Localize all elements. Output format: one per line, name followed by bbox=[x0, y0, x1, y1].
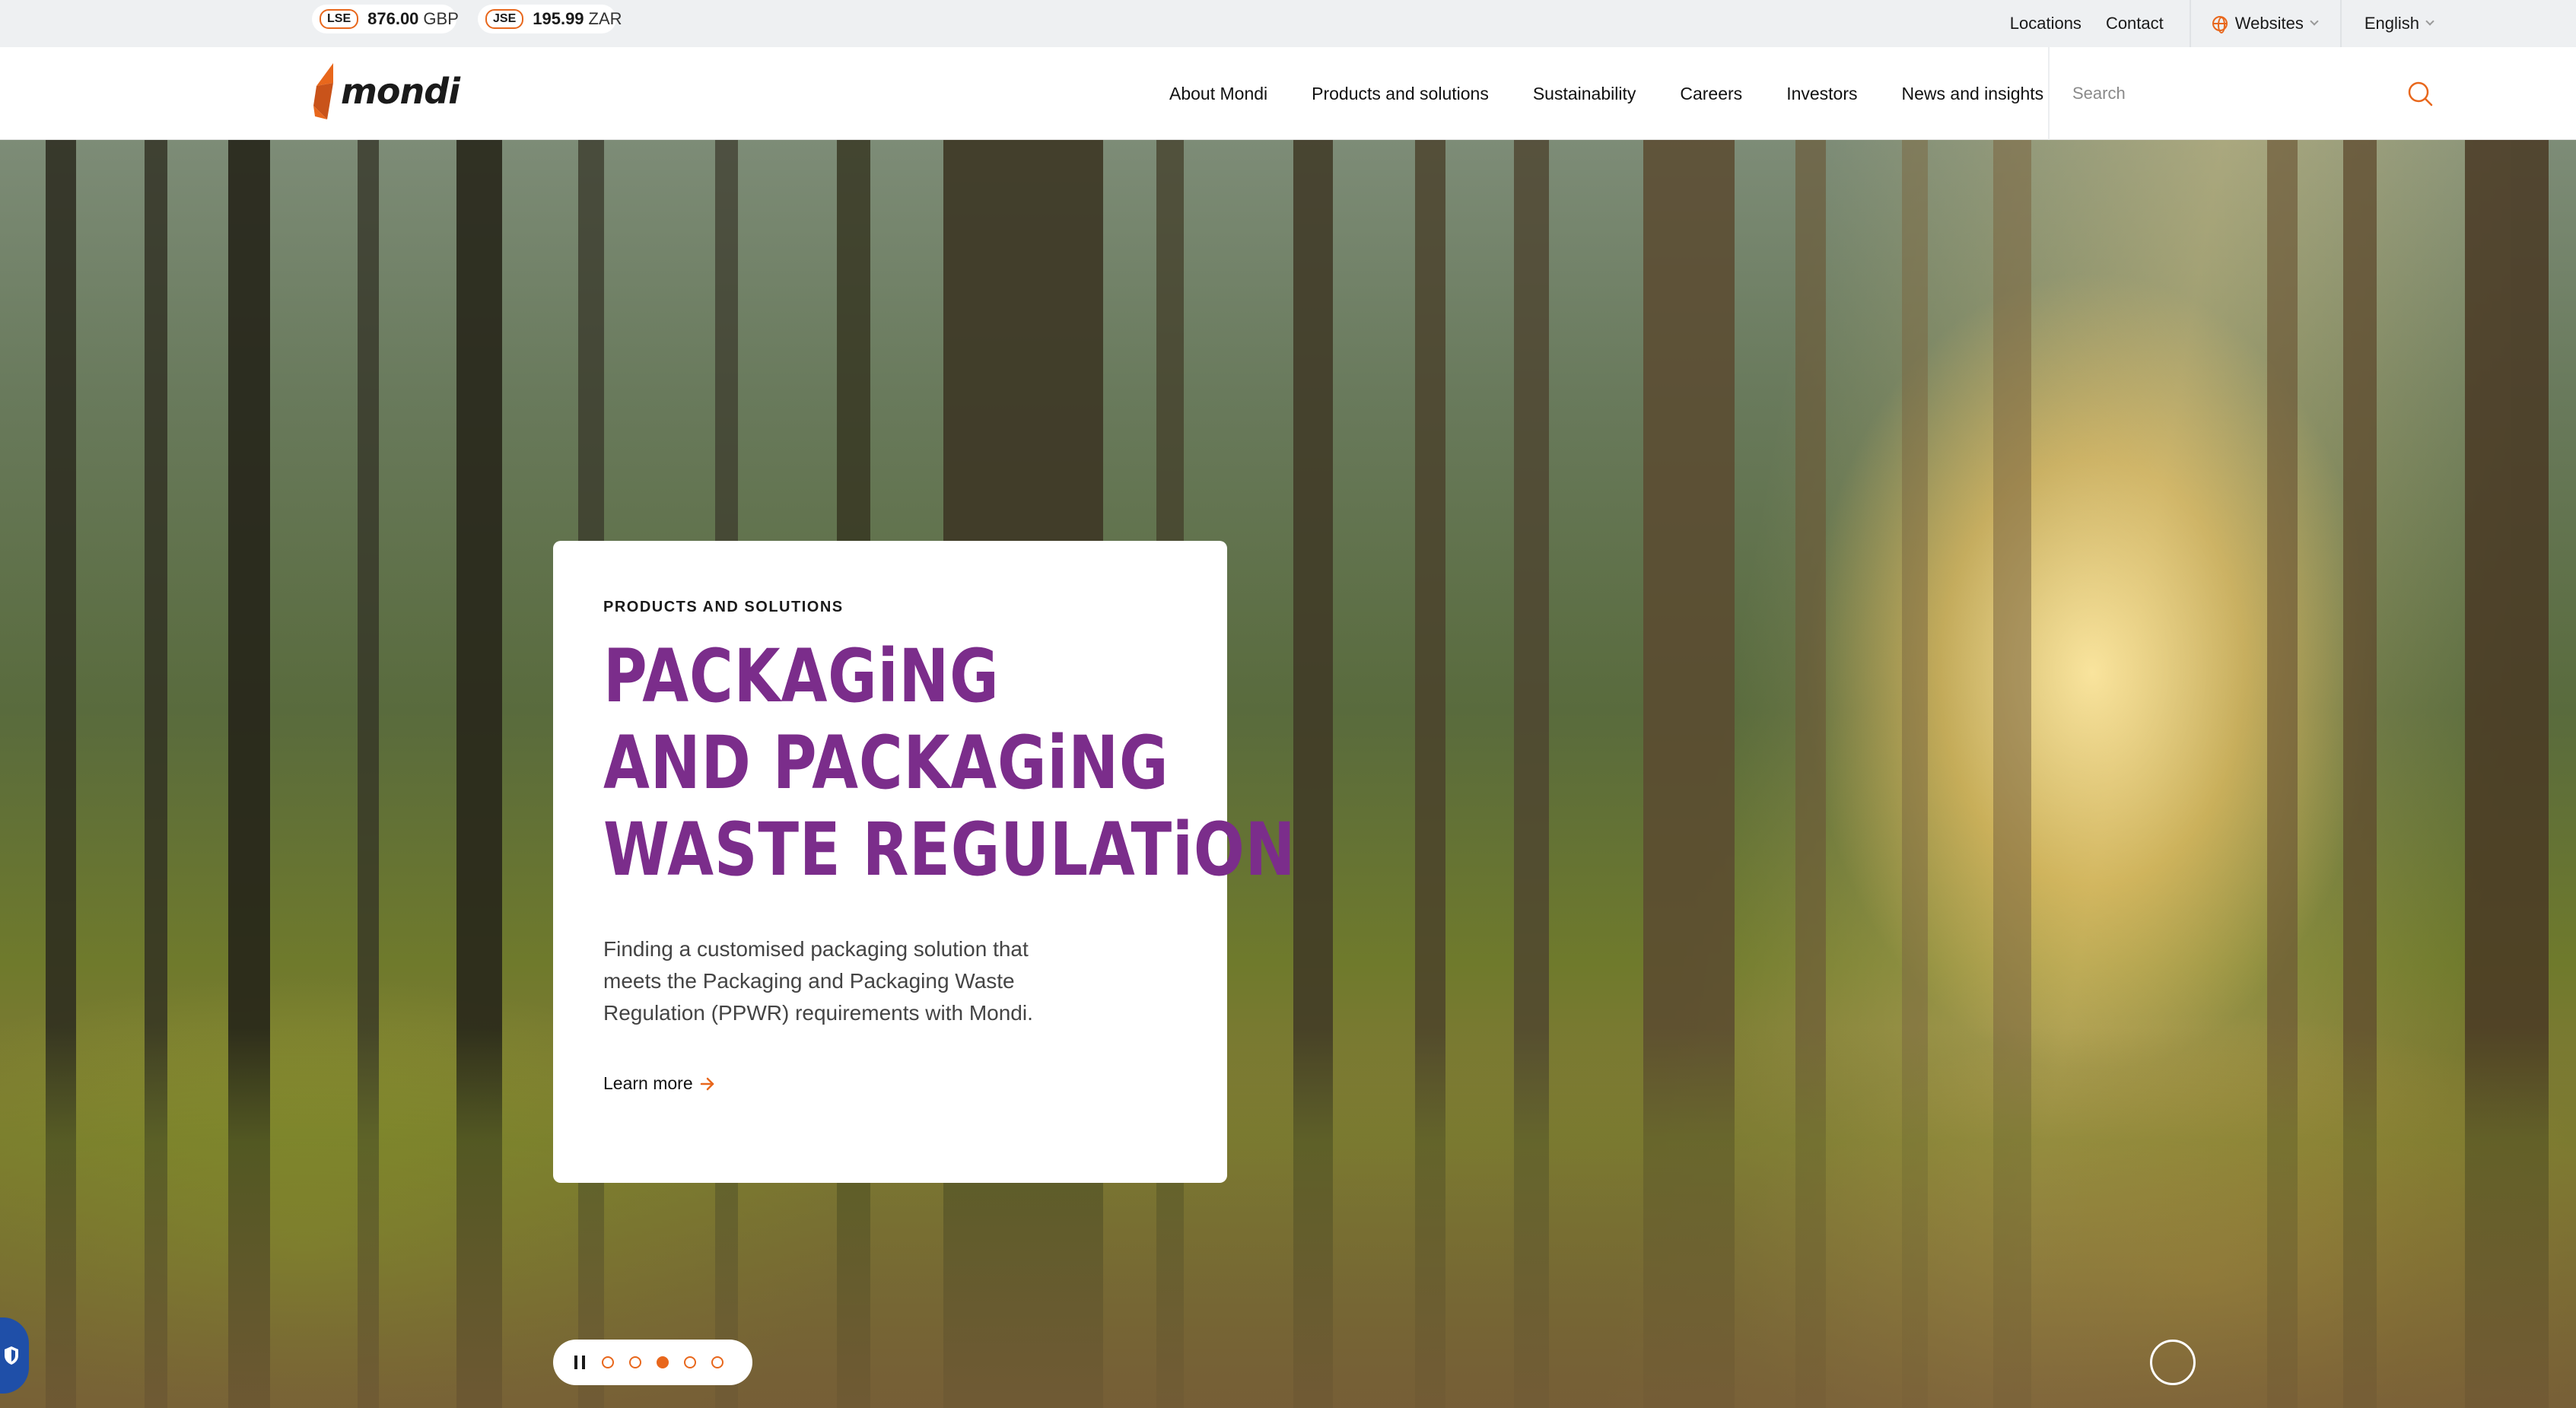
primary-nav: About Mondi Products and solutions Susta… bbox=[1147, 47, 2066, 140]
nav-item-news[interactable]: News and insights bbox=[1902, 84, 2044, 104]
arrow-right-icon bbox=[700, 1077, 714, 1090]
carousel-dots bbox=[602, 1356, 739, 1368]
learn-more-link[interactable]: Learn more bbox=[603, 1073, 716, 1094]
shield-icon bbox=[5, 1346, 18, 1365]
contact-link[interactable]: Contact bbox=[2103, 0, 2190, 47]
locations-link[interactable]: Locations bbox=[1987, 0, 2103, 47]
hero-description: Finding a customised packaging solution … bbox=[603, 937, 1033, 1025]
chevron-down-icon bbox=[2310, 17, 2319, 26]
nav-item-about[interactable]: About Mondi bbox=[1169, 84, 1267, 104]
logo-text: mondi bbox=[341, 71, 460, 112]
carousel-dot[interactable] bbox=[602, 1356, 614, 1368]
learn-more-label: Learn more bbox=[603, 1073, 693, 1093]
websites-dropdown[interactable]: Websites bbox=[2189, 0, 2340, 47]
hero-banner: PRODUCTS AND SOLUTIONS PACKAGiNG AND PAC… bbox=[0, 140, 2576, 1408]
hero-eyebrow: PRODUCTS AND SOLUTIONS bbox=[603, 599, 844, 615]
search-box bbox=[2048, 47, 2444, 140]
hero-card: PRODUCTS AND SOLUTIONS PACKAGiNG AND PAC… bbox=[553, 541, 1296, 1183]
websites-label: Websites bbox=[2234, 14, 2304, 33]
carousel-controls bbox=[553, 1340, 752, 1385]
nav-item-investors[interactable]: Investors bbox=[1786, 84, 1857, 104]
exchange-badge: JSE bbox=[485, 9, 524, 29]
hero-title-line: PACKAGiNG bbox=[603, 634, 1000, 719]
stock-price: 195.99 bbox=[533, 9, 584, 28]
exchange-badge: LSE bbox=[320, 9, 359, 29]
scroll-down-button[interactable] bbox=[2150, 1340, 2196, 1385]
nav-item-products[interactable]: Products and solutions bbox=[1312, 84, 1489, 104]
carousel-dot[interactable] bbox=[629, 1356, 641, 1368]
hero-title-line: AND PACKAGiNG bbox=[603, 720, 1169, 806]
hero-title: PACKAGiNG AND PACKAGiNG WASTE REGULATiON bbox=[603, 633, 1296, 893]
carousel-dot[interactable] bbox=[684, 1356, 696, 1368]
carousel-dot[interactable] bbox=[657, 1356, 669, 1368]
language-label: English bbox=[2364, 14, 2419, 33]
globe-icon bbox=[2212, 16, 2228, 33]
stock-ticker-lse[interactable]: LSE 876.00 GBP bbox=[312, 5, 459, 33]
stock-ticker-jse[interactable]: JSE 195.99 ZAR bbox=[478, 5, 622, 33]
logo-mark-icon bbox=[313, 63, 333, 119]
nav-item-sustainability[interactable]: Sustainability bbox=[1533, 84, 1636, 104]
mondi-logo[interactable]: mondi bbox=[310, 61, 460, 122]
stock-currency: GBP bbox=[423, 9, 459, 28]
pause-icon[interactable] bbox=[574, 1356, 585, 1369]
main-header: mondi About Mondi Products and solutions… bbox=[0, 47, 2576, 140]
stock-price: 876.00 bbox=[367, 9, 419, 28]
utility-bar: LSE 876.00 GBP JSE 195.99 ZAR Locations … bbox=[0, 0, 2576, 47]
carousel-dot[interactable] bbox=[711, 1356, 724, 1368]
stock-currency: ZAR bbox=[588, 9, 622, 28]
language-dropdown[interactable]: English bbox=[2339, 0, 2576, 47]
utility-links: Locations Contact Websites English bbox=[1987, 0, 2576, 47]
nav-item-careers[interactable]: Careers bbox=[1680, 84, 1742, 104]
hero-title-line: WASTE REGULATiON bbox=[603, 807, 1296, 892]
search-icon[interactable] bbox=[2407, 81, 2433, 106]
chevron-down-icon bbox=[2425, 17, 2434, 26]
search-input[interactable] bbox=[2072, 84, 2377, 103]
